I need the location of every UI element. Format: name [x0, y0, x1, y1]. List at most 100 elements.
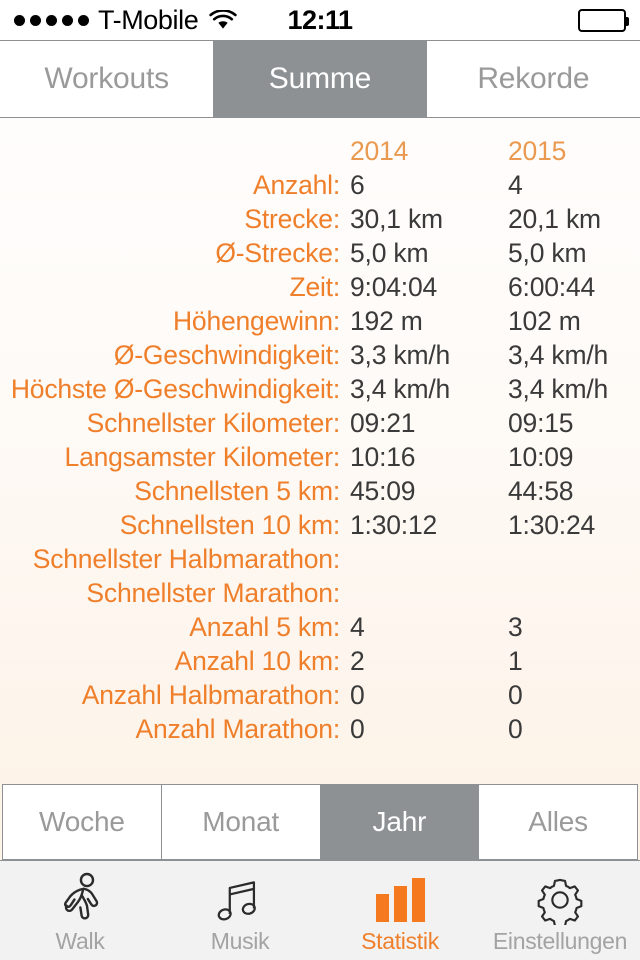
table-cell: 3: [508, 612, 523, 642]
tab-workouts[interactable]: Workouts: [0, 41, 214, 117]
table-row-label: Höhengewinn:: [172, 306, 340, 336]
table-row-label: Langsamster Kilometer:: [64, 442, 341, 472]
table-row-label: Ø-Strecke:: [215, 238, 340, 268]
table-cell: 10:16: [350, 442, 416, 472]
tab-bar-label-einstellungen: Einstellungen: [492, 928, 628, 954]
music-note-icon: [214, 872, 266, 928]
table-cell: 1:30:12: [350, 510, 438, 540]
table-row-label: Schnellster Halbmarathon:: [32, 544, 340, 574]
statistics-table: 2014 2015 Anzahl: 6 4 Strecke: 30,1 km 20,1 k…: [0, 136, 640, 748]
table-row: Ø-Strecke: 5,0 km 5,0 km: [0, 238, 640, 272]
table-cell: 4: [508, 170, 523, 200]
table-cell: 192 m: [350, 306, 423, 336]
table-row-label: Ø-Geschwindigkeit:: [113, 340, 340, 370]
bar-chart-icon: [375, 872, 425, 928]
tab-bar-item-musik[interactable]: Musik: [160, 861, 320, 960]
gear-icon: [535, 872, 585, 928]
table-cell: 2: [350, 646, 365, 676]
walking-person-icon: [54, 872, 106, 928]
tab-bar-label-statistik: Statistik: [361, 928, 439, 954]
table-row-label: Schnellster Marathon:: [86, 578, 340, 608]
period-jahr[interactable]: Jahr: [320, 785, 480, 859]
tab-bar-label-musik: Musik: [210, 928, 270, 954]
period-monat[interactable]: Monat: [161, 785, 321, 859]
column-header-2014: 2014: [350, 136, 409, 166]
status-bar-left: T-Mobile: [14, 4, 238, 35]
tab-rekorde[interactable]: Rekorde: [426, 41, 640, 117]
status-bar: T-Mobile 12:11: [0, 0, 640, 40]
table-cell: 6:00:44: [508, 272, 596, 302]
period-alles[interactable]: Alles: [479, 785, 637, 859]
table-cell: 30,1 km: [350, 204, 443, 234]
table-cell: 3,4 km/h: [350, 374, 451, 404]
table-row-label: Strecke:: [244, 204, 340, 234]
tab-bar-label-walk: Walk: [55, 928, 105, 954]
table-cell: 3,4 km/h: [508, 340, 609, 370]
table-row: Schnellsten 5 km: 45:09 44:58: [0, 476, 640, 510]
table-row-label: Zeit:: [289, 272, 340, 302]
table-cell: 5,0 km: [508, 238, 587, 268]
table-row-label: Anzahl:: [253, 170, 340, 200]
table-cell: 3,4 km/h: [508, 374, 609, 404]
table-row-label: Anzahl Marathon:: [135, 714, 340, 744]
table-cell: 10:09: [508, 442, 574, 472]
table-row-label: Schnellster Kilometer:: [86, 408, 341, 438]
table-cell: 0: [508, 680, 523, 710]
signal-strength-icon: [14, 14, 89, 26]
table-cell: 102 m: [508, 306, 581, 336]
table-cell: 0: [508, 714, 523, 744]
table-row-label: Schnellsten 5 km:: [134, 476, 340, 506]
carrier-label: T-Mobile: [98, 4, 199, 35]
table-cell: 0: [350, 714, 365, 744]
table-cell: 09:15: [508, 408, 574, 438]
table-row: Ø-Geschwindigkeit: 3,3 km/h 3,4 km/h: [0, 340, 640, 374]
table-row: Anzahl 10 km: 2 1: [0, 646, 640, 680]
tab-bar: Walk Musik Statistik Einstellungen: [0, 860, 640, 960]
table-cell: 1:30:24: [508, 510, 596, 540]
table-row: Schnellsten 10 km: 1:30:12 1:30:24: [0, 510, 640, 544]
table-cell: 44:58: [508, 476, 574, 506]
table-row: Schnellster Marathon:: [0, 578, 640, 612]
wifi-icon: [209, 8, 238, 31]
table-header-row: 2014 2015: [0, 136, 640, 170]
table-cell: 5,0 km: [350, 238, 429, 268]
table-row: Schnellster Kilometer: 09:21 09:15: [0, 408, 640, 442]
table-cell: 6: [350, 170, 365, 200]
period-woche[interactable]: Woche: [3, 785, 162, 859]
table-row-label: Anzahl 5 km:: [189, 612, 340, 642]
table-row: Langsamster Kilometer: 10:16 10:09: [0, 442, 640, 476]
statistics-content: 2014 2015 Anzahl: 6 4 Strecke: 30,1 km 20,1 k…: [0, 118, 640, 784]
table-cell: 0: [350, 680, 365, 710]
view-mode-segmented-control[interactable]: Workouts Summe Rekorde: [0, 40, 640, 118]
table-row-label: Schnellsten 10 km:: [119, 510, 340, 540]
table-row: Anzahl Halbmarathon: 0 0: [0, 680, 640, 714]
table-cell: 3,3 km/h: [350, 340, 451, 370]
period-segmented-control-wrap: Woche Monat Jahr Alles: [0, 784, 640, 860]
status-bar-right: [578, 8, 629, 32]
table-row: Höhengewinn: 192 m 102 m: [0, 306, 640, 340]
column-header-2015: 2015: [508, 136, 567, 166]
table-row: Anzahl 5 km: 4 3: [0, 612, 640, 646]
table-cell: 45:09: [350, 476, 416, 506]
table-row: Schnellster Halbmarathon:: [0, 544, 640, 578]
tab-bar-item-einstellungen[interactable]: Einstellungen: [480, 861, 640, 960]
tab-bar-item-walk[interactable]: Walk: [0, 861, 160, 960]
table-row: Strecke: 30,1 km 20,1 km: [0, 204, 640, 238]
table-row-label: Anzahl Halbmarathon:: [81, 680, 340, 710]
battery-icon: [578, 8, 629, 32]
table-cell: 9:04:04: [350, 272, 438, 302]
table-row: Anzahl: 6 4: [0, 170, 640, 204]
table-row: Höchste Ø-Geschwindigkeit: 3,4 km/h 3,4 km…: [0, 374, 640, 408]
table-row-label: Anzahl 10 km:: [174, 646, 341, 676]
table-row: Zeit: 9:04:04 6:00:44: [0, 272, 640, 306]
tab-summe[interactable]: Summe: [213, 41, 427, 117]
tab-bar-item-statistik[interactable]: Statistik: [320, 861, 480, 960]
period-segmented-control[interactable]: Woche Monat Jahr Alles: [2, 784, 638, 860]
table-cell: 09:21: [350, 408, 416, 438]
table-row-label: Höchste Ø-Geschwindigkeit:: [10, 374, 340, 404]
table-cell: 4: [350, 612, 365, 642]
table-cell: 20,1 km: [508, 204, 601, 234]
app-root: T-Mobile 12:11 Workouts Summe Rekorde 20…: [0, 0, 640, 960]
table-cell: 1: [508, 646, 523, 676]
table-row: Anzahl Marathon: 0 0: [0, 714, 640, 748]
